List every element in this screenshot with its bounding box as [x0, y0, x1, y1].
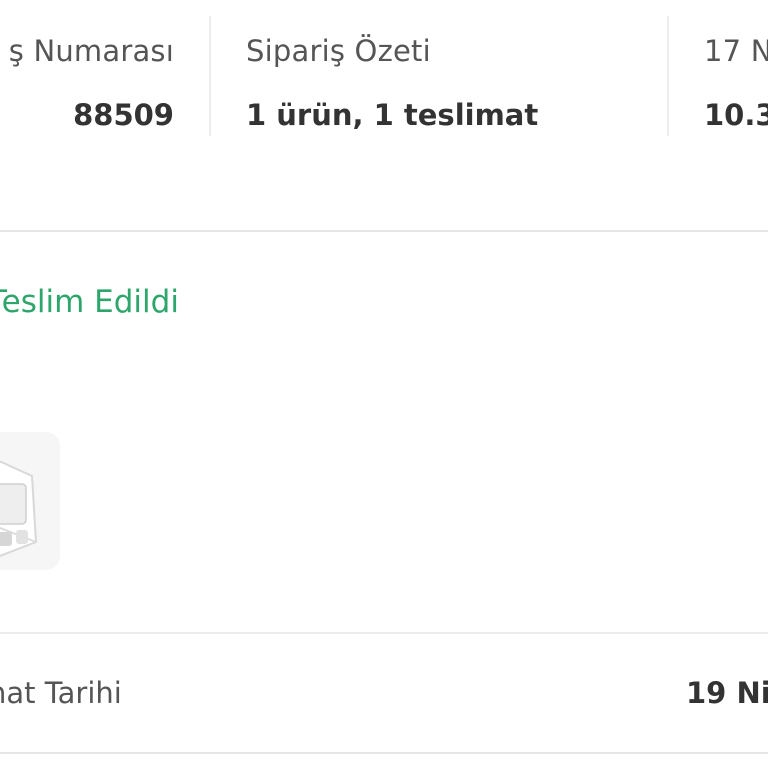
order-total-value: 10.3 [704, 98, 768, 132]
delivery-status-text: Teslim Edildi [0, 284, 179, 320]
order-overview-label: Sipariş Özeti [246, 34, 431, 68]
order-number-block: ş Numarası 88509 [0, 0, 210, 150]
product-image[interactable] [0, 432, 60, 570]
order-detail-page: ş Numarası 88509 Sipariş Özeti 1 ürün, 1… [0, 0, 768, 768]
order-summary-row: ş Numarası 88509 Sipariş Özeti 1 ürün, 1… [0, 0, 768, 232]
delivery-date-row: nat Tarihi 19 Nis [0, 634, 768, 752]
order-date-label: 17 N [704, 34, 768, 68]
kitchen-appliance-icon [0, 432, 60, 570]
section-divider [0, 230, 768, 232]
order-date-block: 17 N 10.3 [668, 0, 768, 150]
delivery-date-value: 19 Nis [686, 676, 768, 710]
section-divider [0, 752, 768, 754]
order-number-value: 88509 [73, 98, 174, 132]
order-overview-value: 1 ürün, 1 teslimat [246, 98, 539, 132]
order-overview-block: Sipariş Özeti 1 ürün, 1 teslimat [210, 0, 668, 150]
order-number-label: ş Numarası [8, 34, 174, 68]
delivery-date-label: nat Tarihi [0, 676, 122, 710]
